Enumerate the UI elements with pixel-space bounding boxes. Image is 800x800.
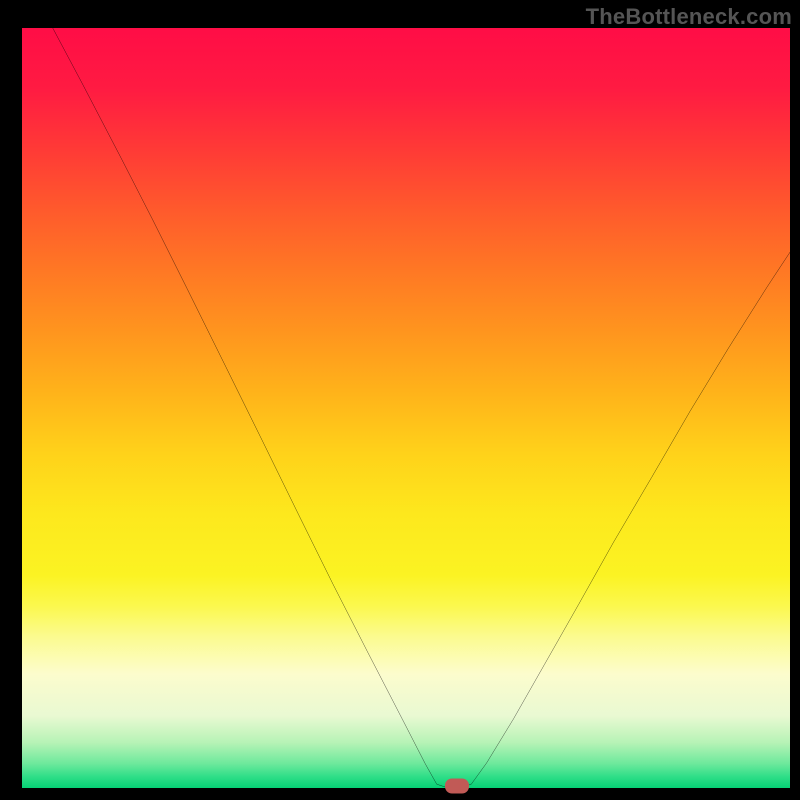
plot-area xyxy=(22,28,790,788)
current-point-marker xyxy=(445,779,469,794)
bottleneck-curve xyxy=(22,28,790,788)
chart-container: TheBottleneck.com xyxy=(0,0,800,800)
watermark-text: TheBottleneck.com xyxy=(586,4,792,30)
